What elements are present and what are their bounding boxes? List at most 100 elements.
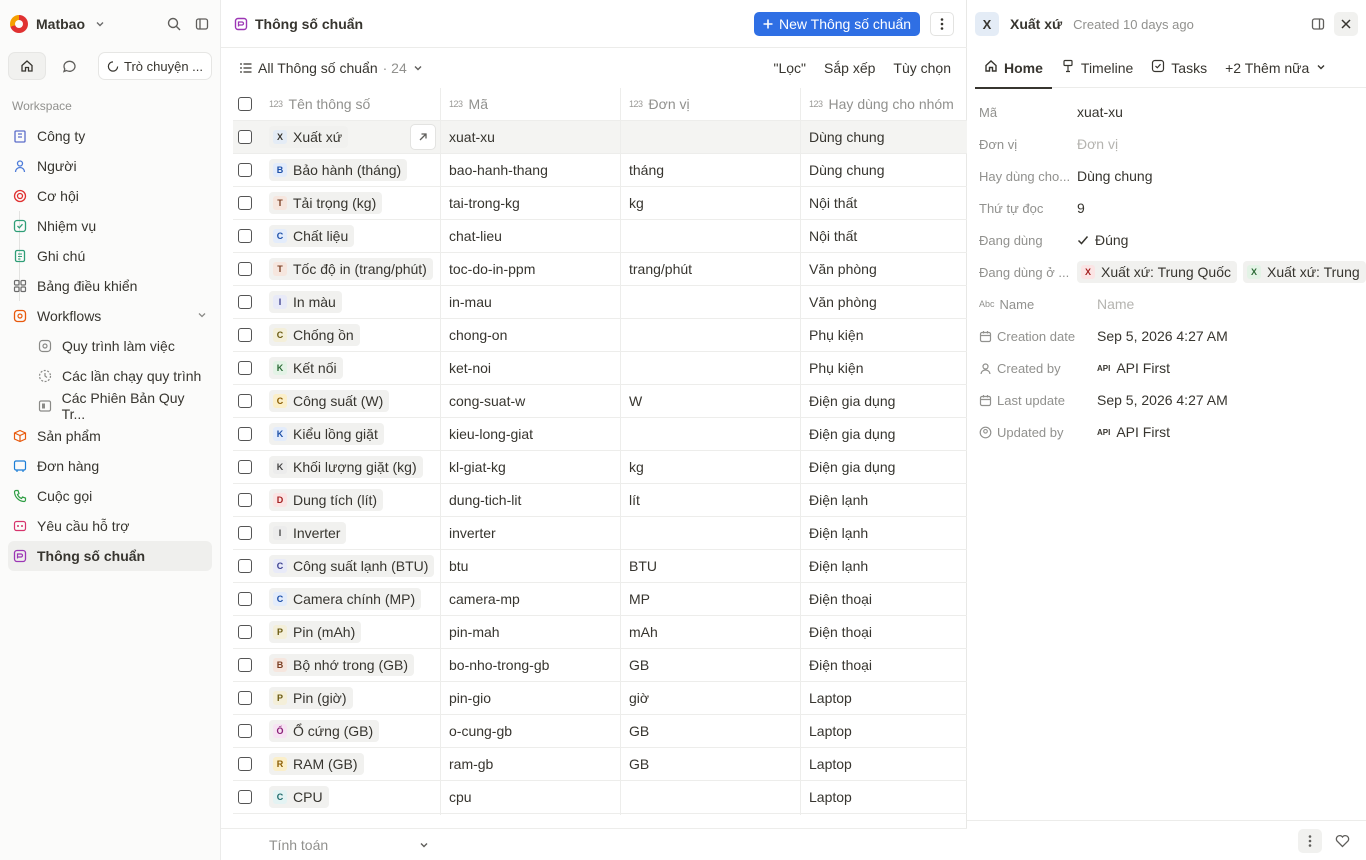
don-vi-cell[interactable]: lít [621, 483, 801, 517]
sidebar-item-0[interactable]: Công ty [8, 121, 212, 151]
prop-thu-tu[interactable]: Thứ tự đọc 9 [979, 192, 1366, 224]
prop-hay-dung[interactable]: Hay dùng cho... Dùng chung [979, 160, 1366, 192]
nhom-cell[interactable]: Laptop [801, 715, 967, 748]
sidebar-item-10[interactable]: Sản phẩm [8, 421, 212, 451]
name-cell[interactable]: K Khối lượng giặt (kg) [257, 450, 441, 484]
table-row[interactable]: TTần số quét (Hz)tan-so-quet-hzHzTivi [233, 813, 967, 815]
record-chip[interactable]: C Công suất lạnh (BTU) [269, 555, 435, 577]
record-chip[interactable]: B Bảo hành (tháng) [269, 159, 408, 181]
sidebar-item-11[interactable]: Đơn hàng [8, 451, 212, 481]
table-row[interactable]: T Tải trọng (kg) tai-trong-kg kg Nội thất [233, 186, 967, 220]
row-checkbox-cell[interactable] [233, 682, 257, 715]
checkbox[interactable] [238, 295, 252, 309]
table-row[interactable]: I In màu in-mau Văn phòng [233, 285, 967, 319]
table-row[interactable]: P Pin (mAh) pin-mah mAh Điện thoại [233, 615, 967, 649]
ma-cell[interactable]: inverter [441, 516, 621, 550]
row-checkbox-cell[interactable] [233, 484, 257, 517]
don-vi-cell[interactable] [621, 417, 801, 451]
ma-cell[interactable]: ket-noi [441, 351, 621, 385]
name-cell[interactable]: I In màu [257, 285, 441, 319]
name-cell[interactable]: C CPU [257, 780, 441, 814]
checkbox[interactable] [238, 625, 252, 639]
table-row[interactable]: C CPU cpu Laptop [233, 780, 967, 814]
don-vi-cell[interactable]: MP [621, 582, 801, 616]
record-chip[interactable]: P Pin (giờ) [269, 687, 353, 709]
ma-cell[interactable]: dung-tich-lit [441, 483, 621, 517]
row-checkbox-cell[interactable] [233, 121, 257, 154]
row-checkbox-cell[interactable] [233, 154, 257, 187]
ma-cell[interactable]: toc-do-in-ppm [441, 252, 621, 286]
record-chip[interactable]: C Công suất (W) [269, 390, 390, 412]
column-header[interactable]: 123 Hay dùng cho nhóm [801, 88, 967, 121]
nhom-cell[interactable]: Điện lạnh [801, 484, 967, 517]
row-checkbox-cell[interactable] [233, 319, 257, 352]
nhom-cell[interactable]: Điện thoại [801, 583, 967, 616]
record-chip[interactable]: D Dung tích (lít) [269, 489, 384, 511]
table-row[interactable]: K Khối lượng giặt (kg) kl-giat-kg kg Điện gi… [233, 450, 967, 484]
home-button[interactable] [8, 52, 46, 80]
name-cell[interactable]: C Công suất lạnh (BTU) [257, 549, 441, 583]
table-row[interactable]: Ổ Ổ cứng (GB) o-cung-gb GB Laptop [233, 714, 967, 748]
name-cell[interactable]: D Dung tích (lít) [257, 483, 441, 517]
nhom-cell[interactable]: Điện thoại [801, 616, 967, 649]
tab-3[interactable]: +2 Thêm nữa [1216, 48, 1336, 88]
don-vi-cell[interactable] [621, 318, 801, 352]
ma-cell[interactable]: pin-mah [441, 615, 621, 649]
name-cell[interactable]: P Pin (giờ) [257, 681, 441, 715]
ma-cell[interactable]: cpu [441, 780, 621, 814]
row-checkbox-cell[interactable] [233, 385, 257, 418]
tab-0[interactable]: Home [975, 48, 1052, 89]
nhom-cell[interactable]: Laptop [801, 682, 967, 715]
new-record-button[interactable]: New Thông số chuẩn [754, 12, 921, 36]
don-vi-cell[interactable]: Hz [621, 813, 801, 815]
ma-cell[interactable]: xuat-xu [441, 120, 621, 154]
name-cell[interactable]: K Kiểu lồng giặt [257, 417, 441, 451]
name-cell[interactable]: T Tải trọng (kg) [257, 186, 441, 220]
chat-button[interactable] [50, 52, 88, 80]
table-row[interactable]: C Công suất lạnh (BTU) btu BTU Điện lạnh [233, 549, 967, 583]
table-row[interactable]: C Chất liệu chat-lieu Nội thất [233, 219, 967, 253]
prop-last-update[interactable]: Last update Sep 5, 2026 4:27 AM [979, 384, 1366, 416]
checkbox[interactable] [238, 757, 252, 771]
more-options-button[interactable] [930, 12, 954, 36]
prop-updated-by[interactable]: Updated by API API First [979, 416, 1366, 448]
don-vi-cell[interactable] [621, 351, 801, 385]
prop-created-by[interactable]: Created by API API First [979, 352, 1366, 384]
ma-cell[interactable]: chong-on [441, 318, 621, 352]
sidebar-item-9[interactable]: Các Phiên Bản Quy Tr... [8, 390, 212, 422]
sidebar-item-5[interactable]: Bảng điều khiển [8, 271, 212, 301]
row-checkbox-cell[interactable] [233, 550, 257, 583]
nhom-cell[interactable]: Nội thất [801, 187, 967, 220]
ma-cell[interactable]: kl-giat-kg [441, 450, 621, 484]
ma-cell[interactable]: kieu-long-giat [441, 417, 621, 451]
table-row[interactable]: X Xuất xứ xuat-xu Dùng chung [233, 120, 967, 154]
select-all-checkbox[interactable] [233, 88, 257, 121]
checkbox[interactable] [238, 559, 252, 573]
record-chip[interactable]: I Inverter [269, 522, 347, 544]
row-checkbox-cell[interactable] [233, 253, 257, 286]
name-cell[interactable]: P Pin (mAh) [257, 615, 441, 649]
sidebar-item-14[interactable]: Thông số chuẩn [8, 541, 212, 571]
record-chip[interactable]: K Khối lượng giặt (kg) [269, 456, 423, 478]
don-vi-cell[interactable]: kg [621, 450, 801, 484]
relation-chip[interactable]: X Xuất xứ: Trung Quốc [1077, 261, 1237, 283]
don-vi-cell[interactable] [621, 285, 801, 319]
don-vi-cell[interactable]: tháng [621, 153, 801, 187]
row-checkbox-cell[interactable] [233, 715, 257, 748]
row-checkbox-cell[interactable] [233, 187, 257, 220]
sidebar-item-2[interactable]: Cơ hội [8, 181, 212, 211]
nhom-cell[interactable]: Điện gia dụng [801, 418, 967, 451]
ma-cell[interactable]: o-cung-gb [441, 714, 621, 748]
open-record-button[interactable] [410, 124, 436, 150]
column-header[interactable]: 123 Mã [441, 88, 621, 121]
row-checkbox-cell[interactable] [233, 583, 257, 616]
checkbox[interactable] [238, 163, 252, 177]
row-checkbox-cell[interactable] [233, 286, 257, 319]
heart-icon[interactable] [1330, 829, 1354, 853]
column-header[interactable]: 123 Tên thông số [257, 88, 441, 121]
table-row[interactable]: P Pin (giờ) pin-gio giờ Laptop [233, 681, 967, 715]
nhom-cell[interactable]: Dùng chung [801, 154, 967, 187]
record-chip[interactable]: T Tốc độ in (trang/phút) [269, 258, 433, 280]
row-checkbox-cell[interactable] [233, 517, 257, 550]
nhom-cell[interactable]: Điện lạnh [801, 550, 967, 583]
